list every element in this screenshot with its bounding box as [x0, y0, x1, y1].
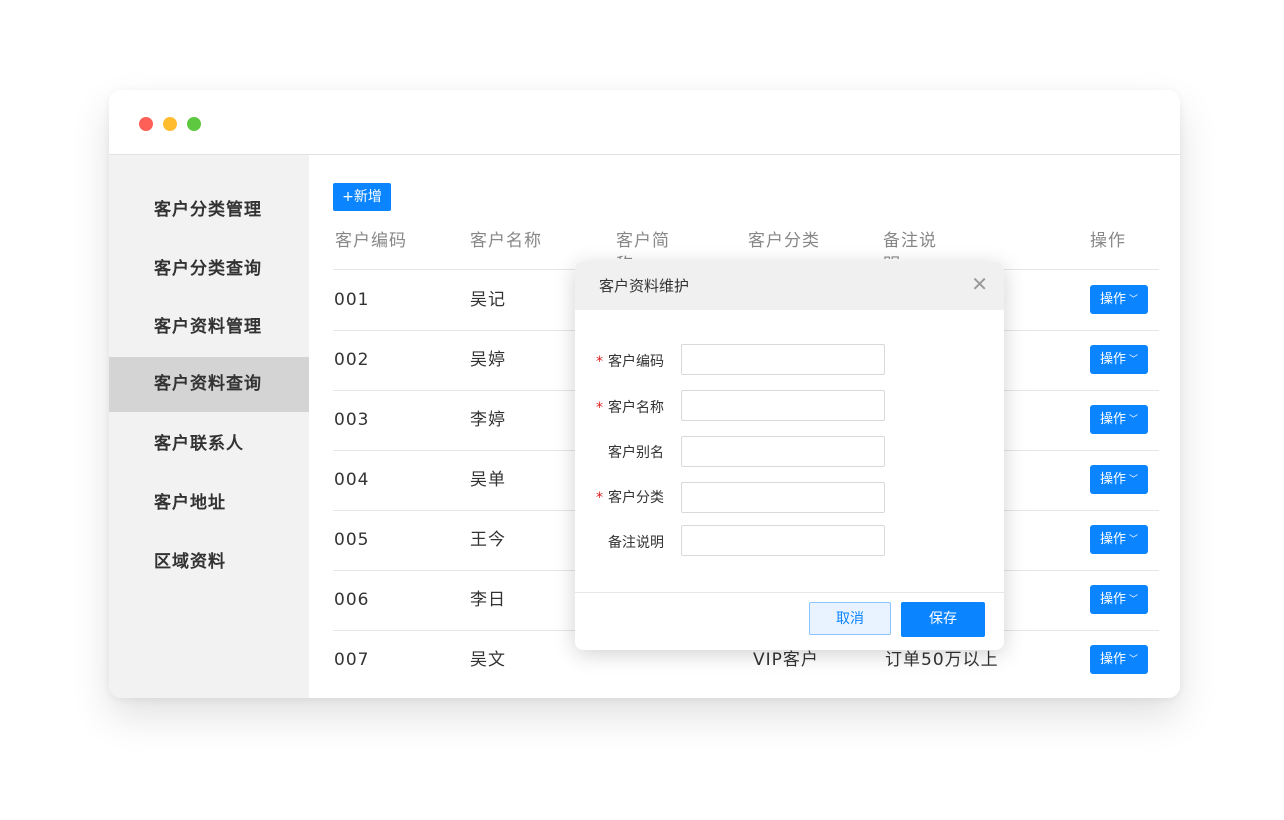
row-action-label: 操作	[1099, 532, 1126, 547]
cell-name: 李日	[470, 590, 506, 610]
sidebar-item-category-manage[interactable]: 客户分类管理	[109, 183, 309, 238]
minimize-window-icon[interactable]	[163, 117, 177, 131]
cell-name: 吴单	[470, 470, 506, 490]
row-action-button[interactable]: 操作 ﹀	[1090, 285, 1148, 314]
cell-code: 005	[334, 530, 370, 550]
category-input[interactable]	[681, 482, 885, 513]
title-bar	[109, 90, 1180, 155]
field-label-name: * 客户名称	[596, 400, 664, 416]
chevron-down-icon: ﹀	[1129, 595, 1139, 605]
row-action-label: 操作	[1099, 472, 1126, 487]
sidebar-item-contacts[interactable]: 客户联系人	[109, 417, 309, 472]
plus-icon: +	[342, 189, 354, 205]
dialog-title: 客户资料维护	[599, 277, 690, 295]
chevron-down-icon: ﹀	[1129, 355, 1139, 365]
cell-name: 吴文	[470, 650, 506, 670]
chevron-down-icon: ﹀	[1129, 295, 1139, 305]
required-mark: *	[596, 490, 603, 506]
row-action-button[interactable]: 操作 ﹀	[1090, 345, 1148, 374]
sidebar-item-region[interactable]: 区域资料	[109, 535, 309, 590]
maximize-window-icon[interactable]	[187, 117, 201, 131]
field-label-code: * 客户编码	[596, 354, 664, 370]
row-action-button[interactable]: 操作 ﹀	[1090, 525, 1148, 554]
row-action-label: 操作	[1099, 352, 1126, 367]
sidebar-item-category-query[interactable]: 客户分类查询	[109, 242, 309, 297]
row-action-button[interactable]: 操作 ﹀	[1090, 405, 1148, 434]
row-action-label: 操作	[1099, 412, 1126, 427]
close-icon[interactable]: ✕	[971, 274, 988, 294]
column-header-code: 客户编码	[335, 231, 407, 251]
alias-input[interactable]	[681, 436, 885, 467]
row-action-button[interactable]: 操作 ﹀	[1090, 465, 1148, 494]
row-action-label: 操作	[1099, 652, 1126, 667]
column-header-remark: 备注说明	[883, 231, 937, 259]
required-mark: *	[596, 400, 603, 416]
remark-input[interactable]	[681, 525, 885, 556]
cell-code: 006	[334, 590, 370, 610]
sidebar-item-address[interactable]: 客户地址	[109, 476, 309, 531]
chevron-down-icon: ﹀	[1129, 475, 1139, 485]
sidebar-item-customer-manage[interactable]: 客户资料管理	[109, 300, 309, 355]
field-label-category: * 客户分类	[596, 490, 664, 506]
add-button-label: 新增	[353, 189, 382, 205]
cell-code: 003	[334, 410, 370, 430]
dialog-header: 客户资料维护 ✕	[575, 262, 1004, 310]
cell-code: 007	[334, 650, 370, 670]
field-label-alias: 客户别名	[608, 445, 664, 461]
required-mark: *	[596, 354, 603, 370]
row-action-button[interactable]: 操作 ﹀	[1090, 585, 1148, 614]
field-label-remark: 备注说明	[608, 535, 664, 551]
dialog-footer-divider	[575, 592, 1004, 593]
save-button[interactable]: 保存	[901, 602, 985, 637]
cell-code: 001	[334, 290, 370, 310]
chevron-down-icon: ﹀	[1129, 655, 1139, 665]
sidebar: 客户分类管理 客户分类查询 客户资料管理 客户资料查询 客户联系人 客户地址 区…	[109, 155, 309, 698]
column-header-name: 客户名称	[470, 231, 542, 251]
cell-name: 吴记	[470, 290, 506, 310]
add-button[interactable]: +新增	[333, 183, 391, 211]
column-header-action: 操作	[1090, 231, 1126, 251]
column-header-alias: 客户简称	[616, 231, 670, 259]
name-input[interactable]	[681, 390, 885, 421]
row-action-button[interactable]: 操作 ﹀	[1090, 645, 1148, 674]
column-header-category: 客户分类	[748, 231, 820, 251]
cancel-button[interactable]: 取消	[809, 602, 891, 635]
cell-name: 李婷	[470, 410, 506, 430]
cell-name: 王今	[470, 530, 506, 550]
code-input[interactable]	[681, 344, 885, 375]
chevron-down-icon: ﹀	[1129, 415, 1139, 425]
row-action-label: 操作	[1099, 292, 1126, 307]
cell-code: 002	[334, 350, 370, 370]
cell-name: 吴婷	[470, 350, 506, 370]
close-window-icon[interactable]	[139, 117, 153, 131]
cell-code: 004	[334, 470, 370, 490]
row-action-label: 操作	[1099, 592, 1126, 607]
sidebar-item-customer-query[interactable]: 客户资料查询	[109, 357, 309, 412]
chevron-down-icon: ﹀	[1129, 535, 1139, 545]
customer-edit-dialog: 客户资料维护 ✕ * 客户编码 * 客户名称 客户别名 * 客户分类 备注说明 取消 …	[575, 262, 1004, 650]
